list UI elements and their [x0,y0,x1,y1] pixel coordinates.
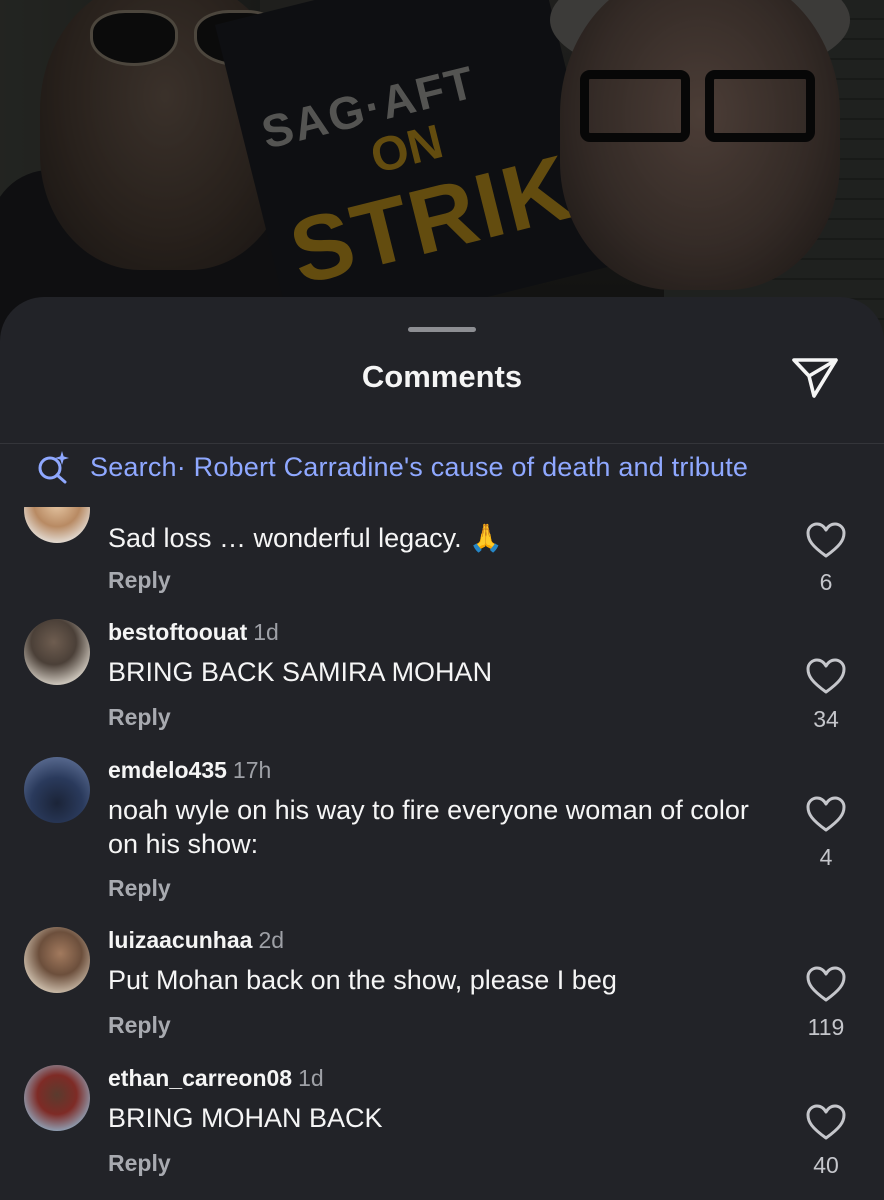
reply-button[interactable]: Reply [108,1150,171,1177]
search-suggestion[interactable]: Search · Robert Carradine's cause of dea… [36,449,748,485]
comment-meta: bestoftoouat 1d [108,619,279,646]
reply-button[interactable]: Reply [108,1012,171,1039]
comments-list: Sad loss … wonderful legacy. 🙏 Reply 6 b… [0,507,884,1200]
sheet-title: Comments [361,359,523,394]
timestamp: 2d [258,927,285,953]
share-button[interactable] [790,354,840,400]
like-count: 34 [813,706,839,732]
avatar[interactable] [24,619,90,685]
search-query: · Robert Carradine's cause of death and … [176,451,749,482]
sparkle-search-icon [38,451,69,484]
sheet-drag-handle[interactable] [408,327,476,332]
comment-item: bestoftoouat 1d BRING BACK SAMIRA MOHAN R… [0,619,884,749]
search-prefix: Search [90,451,177,482]
heart-icon[interactable] [804,1102,848,1142]
like-count: 6 [819,569,833,595]
heart-icon[interactable] [804,656,848,696]
avatar[interactable] [24,507,90,543]
avatar[interactable] [24,1065,90,1131]
username[interactable]: ethan_carreon08 [108,1065,292,1091]
username[interactable]: bestoftoouat [108,619,247,645]
comment-text: BRING MOHAN BACK [108,1103,383,1133]
like-count: 119 [807,1014,845,1040]
comment-text: noah wyle on his way to fire everyone wo… [108,795,749,859]
comment-item: luizaacunhaa 2d Put Mohan back on the sho… [0,927,884,1057]
header-divider [0,443,884,444]
comment-item: emdelo435 17h noah wyle on his way to fir… [0,757,884,927]
like-count: 4 [819,844,833,870]
reply-button[interactable]: Reply [108,567,171,594]
comment-item: ethan_carreon08 1d BRING MOHAN BACK Reply… [0,1065,884,1200]
comment-meta: emdelo435 17h [108,757,271,784]
timestamp: 1d [253,619,279,645]
comment-meta: ethan_carreon08 1d [108,1065,324,1092]
comment-text: Sad loss … wonderful legacy. 🙏 [108,523,503,553]
comment-text: BRING BACK SAMIRA MOHAN [108,657,493,687]
heart-icon[interactable] [804,520,848,560]
timestamp: 1d [298,1065,324,1091]
comment-text: Put Mohan back on the show, please I beg [108,965,617,995]
reply-button[interactable]: Reply [108,875,171,902]
avatar[interactable] [24,757,90,823]
comment-meta: luizaacunhaa 2d [108,927,284,954]
timestamp: 17h [232,757,272,783]
heart-icon[interactable] [804,794,848,834]
avatar[interactable] [24,927,90,993]
paper-plane-icon [792,358,838,398]
comment-item: Sad loss … wonderful legacy. 🙏 Reply 6 [0,507,884,617]
username[interactable]: luizaacunhaa [108,927,252,953]
comments-sheet: Comments Search · Robert Carradine's cau… [0,297,884,1200]
like-count: 40 [813,1152,839,1178]
reply-button[interactable]: Reply [108,704,171,731]
heart-icon[interactable] [804,964,848,1004]
username[interactable]: emdelo435 [108,757,227,783]
